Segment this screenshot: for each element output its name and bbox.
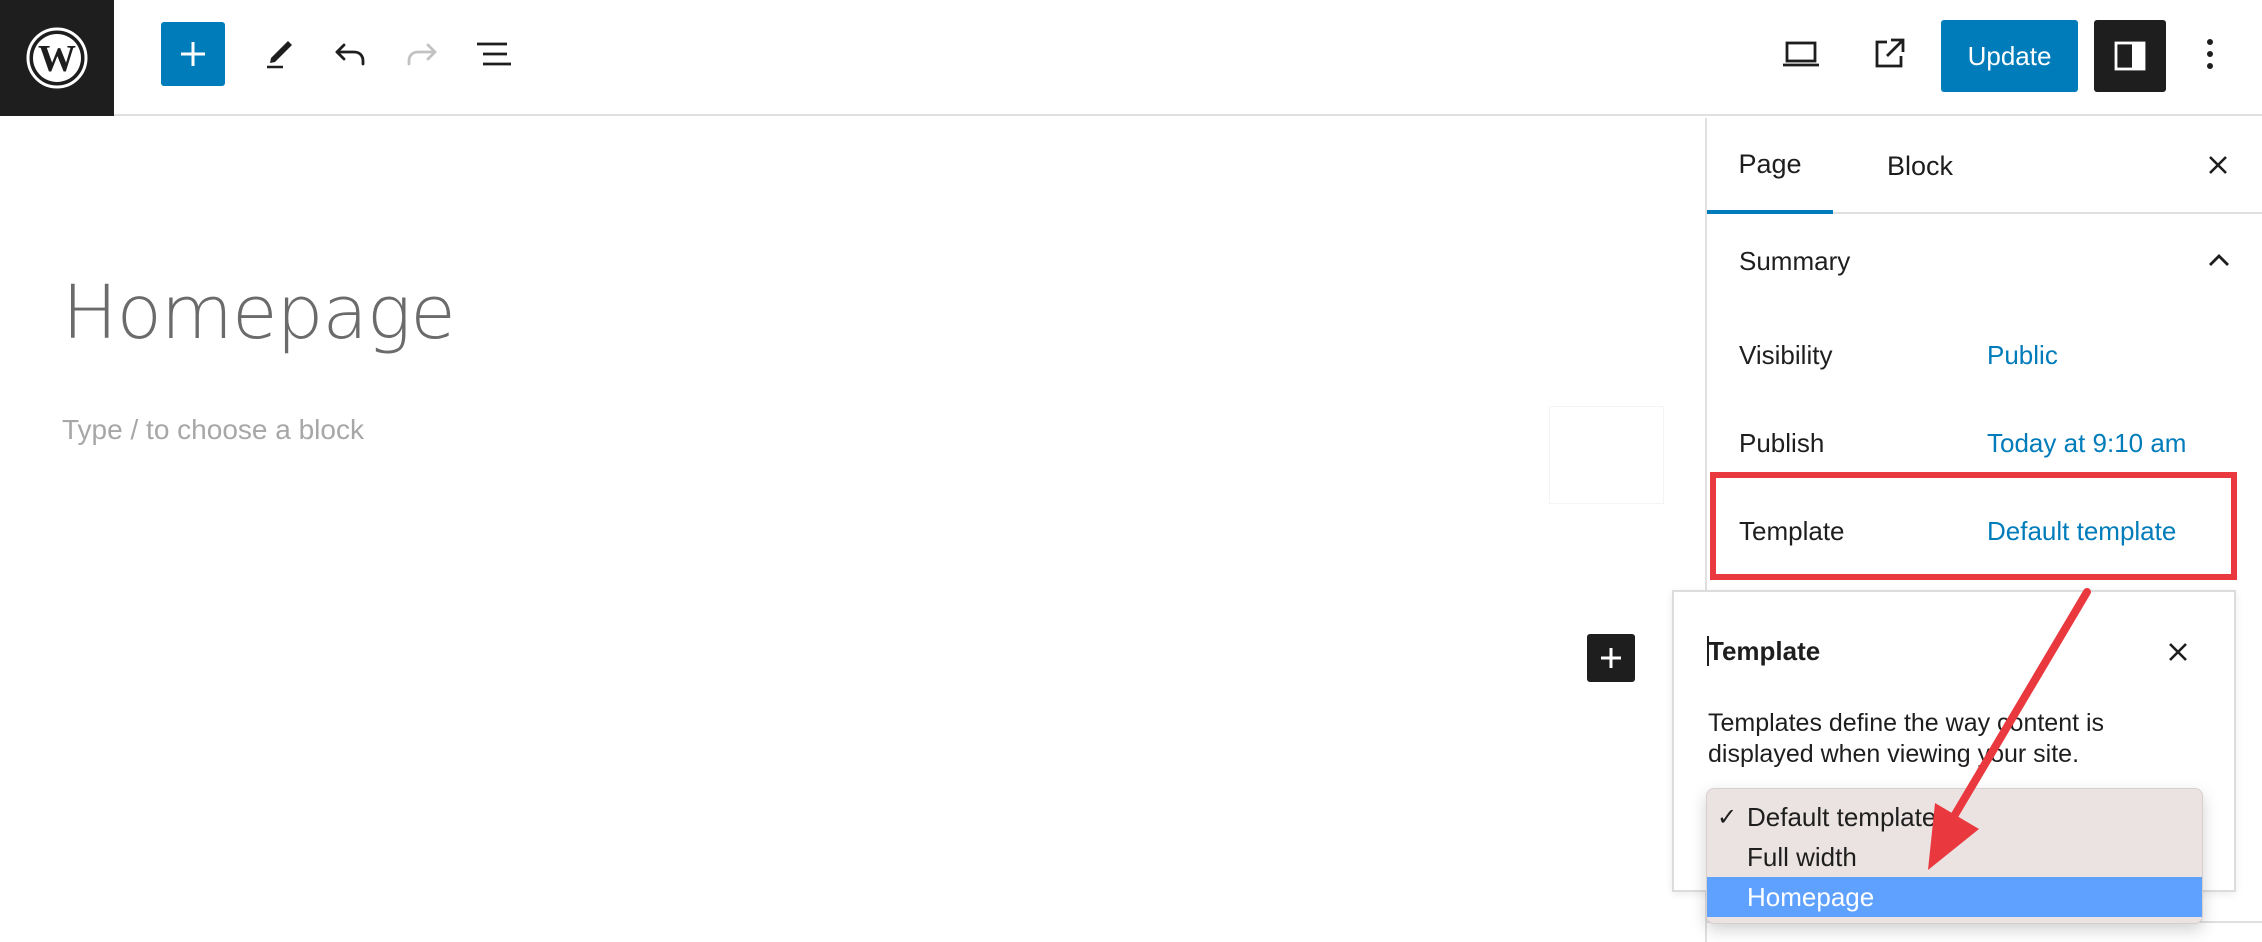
- close-icon: [2209, 156, 2227, 174]
- preview-button[interactable]: [1769, 22, 1833, 86]
- sidebar-toggle-icon: [2114, 41, 2146, 71]
- tab-page[interactable]: Page: [1707, 118, 1833, 214]
- page-title[interactable]: Homepage: [62, 270, 456, 356]
- redo-icon: [407, 43, 437, 66]
- tab-block[interactable]: Block: [1865, 118, 1975, 214]
- close-popover-button[interactable]: [2156, 630, 2200, 674]
- template-option-full-width[interactable]: Full width: [1707, 837, 2202, 877]
- wordpress-logo-button[interactable]: W: [0, 0, 114, 116]
- wordpress-logo-icon: W: [26, 27, 88, 89]
- plus-icon: [1601, 648, 1621, 668]
- visibility-value-link[interactable]: Public: [1987, 340, 2058, 371]
- checkmark-icon: ✓: [1717, 803, 1738, 831]
- template-select-dropdown[interactable]: ✓ Default template Full width Homepage: [1706, 788, 2203, 924]
- option-label: Default template: [1747, 801, 1937, 832]
- option-label: Full width: [1747, 841, 1857, 872]
- popover-description: Templates define the way content is disp…: [1708, 709, 2105, 768]
- update-button[interactable]: Update: [1941, 20, 2078, 92]
- block-toolbar-ghost: [1549, 406, 1664, 504]
- empty-block-placeholder[interactable]: Type / to choose a block: [62, 414, 364, 446]
- list-view-icon: [477, 42, 511, 66]
- inline-block-inserter-button[interactable]: [1587, 634, 1635, 682]
- template-option-default[interactable]: ✓ Default template: [1707, 797, 2202, 837]
- editor-canvas: Homepage Type / to choose a block: [0, 118, 1705, 942]
- template-option-homepage[interactable]: Homepage: [1707, 877, 2202, 917]
- sidebar-tabs: Page Block: [1707, 118, 2262, 214]
- chevron-up-icon: [2209, 254, 2229, 266]
- redo-button[interactable]: [390, 22, 454, 86]
- visibility-label: Visibility: [1739, 340, 1833, 370]
- annotation-highlight-box: [1710, 472, 2237, 580]
- popover-title: Template: [1708, 636, 1821, 666]
- view-post-button[interactable]: [1857, 22, 1921, 86]
- tools-button[interactable]: [247, 22, 311, 86]
- summary-panel-title[interactable]: Summary: [1739, 246, 1850, 277]
- pencil-icon: [267, 41, 292, 69]
- undo-icon: [335, 43, 365, 66]
- summary-toggle-button[interactable]: [2197, 238, 2241, 282]
- external-link-icon: [1875, 38, 1905, 68]
- plus-icon: [181, 42, 205, 66]
- list-view-button[interactable]: [462, 22, 526, 86]
- top-toolbar: W Update: [0, 0, 2262, 116]
- more-vertical-icon: [2207, 39, 2213, 69]
- publish-date-link[interactable]: Today at 9:10 am: [1987, 428, 2186, 459]
- undo-button[interactable]: [318, 22, 382, 86]
- block-editor: W Update Homepage Type / to choose a blo…: [0, 0, 2262, 942]
- settings-sidebar-toggle[interactable]: [2094, 20, 2166, 92]
- desktop-preview-icon: [1783, 41, 1819, 67]
- publish-label: Publish: [1739, 428, 1825, 458]
- close-icon: [2169, 643, 2187, 661]
- svg-text:W: W: [38, 38, 76, 80]
- option-label: Homepage: [1747, 881, 1875, 912]
- options-menu-button[interactable]: [2178, 22, 2242, 86]
- block-inserter-button[interactable]: [161, 22, 225, 86]
- close-sidebar-button[interactable]: [2193, 140, 2243, 190]
